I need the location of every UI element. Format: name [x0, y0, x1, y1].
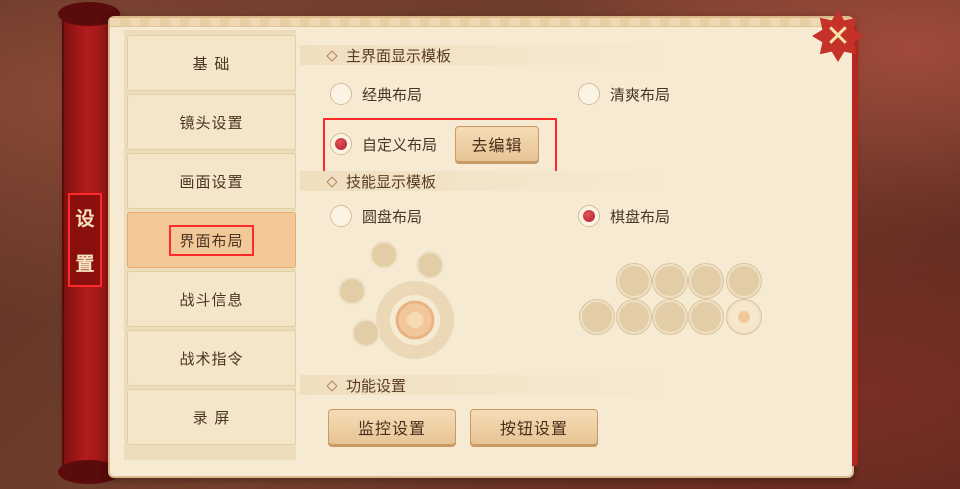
settings-title: 设 置	[68, 193, 102, 287]
grid-skill	[617, 264, 651, 298]
close-button[interactable]: ✕	[812, 10, 864, 62]
custom-layout-highlight	[323, 118, 557, 174]
grid-main-skill	[727, 300, 761, 334]
main-template-title: 主界面显示模板	[326, 45, 451, 66]
radio-circle-icon	[330, 83, 352, 105]
disc-skill-2	[416, 251, 444, 279]
settings-title-char-2: 置	[75, 253, 95, 275]
radio-circle-icon	[330, 205, 352, 227]
button-settings-button[interactable]: 按钮设置	[470, 409, 598, 445]
diamond-bullet-icon	[326, 175, 338, 188]
function-settings-title: 功能设置	[326, 375, 406, 396]
diamond-bullet-icon	[326, 49, 338, 62]
radio-classic-layout[interactable]: 经典布局	[330, 83, 422, 105]
tab-basic[interactable]: 基 础	[127, 35, 296, 91]
radio-grid-layout[interactable]: 棋盘布局	[578, 205, 670, 227]
disc-skill-1	[370, 241, 398, 269]
close-icon: ✕	[825, 18, 851, 54]
disc-layout-preview	[338, 241, 454, 359]
tab-battle-info[interactable]: 战斗信息	[127, 271, 296, 327]
radio-circle-icon	[578, 83, 600, 105]
grid-skill	[689, 264, 723, 298]
tab-record[interactable]: 录 屏	[127, 389, 296, 445]
radio-clean-layout[interactable]: 清爽布局	[578, 83, 670, 105]
disc-skill-4	[352, 319, 380, 347]
tab-tactics[interactable]: 战术指令	[127, 330, 296, 386]
skill-template-title: 技能显示模板	[326, 171, 436, 192]
radio-disc-layout[interactable]: 圆盘布局	[330, 205, 422, 227]
monitor-settings-button[interactable]: 监控设置	[328, 409, 456, 445]
tab-graphics[interactable]: 画面设置	[127, 153, 296, 209]
tab-ui-layout-label: 界面布局	[169, 224, 254, 256]
tab-ui-layout[interactable]: 界面布局	[127, 212, 296, 268]
grid-skill	[617, 300, 651, 334]
diamond-bullet-icon	[326, 379, 338, 392]
tab-camera[interactable]: 镜头设置	[127, 94, 296, 150]
radio-selected-icon	[578, 205, 600, 227]
grid-skill	[653, 264, 687, 298]
grid-skill	[653, 300, 687, 334]
grid-skill	[727, 264, 761, 298]
grid-skill	[580, 300, 614, 334]
disc-skill-3	[338, 277, 366, 305]
settings-title-char-1: 设	[75, 208, 95, 230]
grid-skill	[689, 300, 723, 334]
